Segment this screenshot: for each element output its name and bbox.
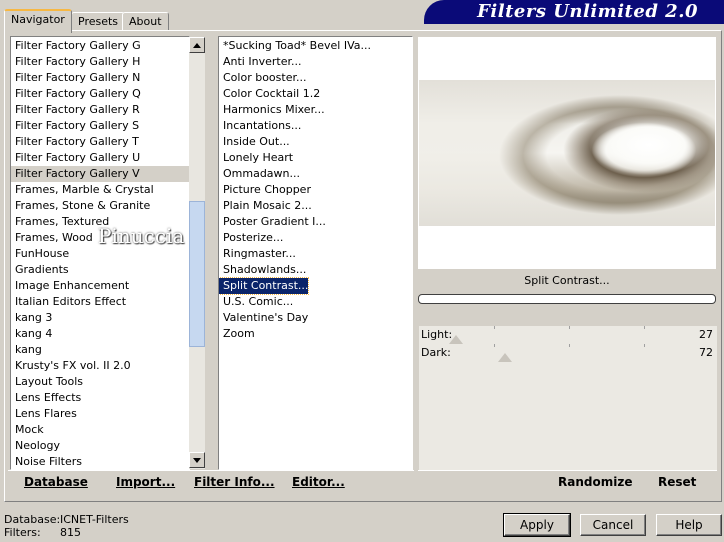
category-item[interactable]: Filter Factory Gallery Q xyxy=(11,86,189,102)
randomize-button[interactable]: Randomize xyxy=(558,475,632,489)
filter-item[interactable]: U.S. Comic... xyxy=(219,294,412,310)
apply-button[interactable]: Apply xyxy=(503,513,571,537)
param-light[interactable]: Light: 27 xyxy=(419,326,717,345)
category-item[interactable]: Filter Factory Gallery N xyxy=(11,70,189,86)
editor-button[interactable]: Editor... xyxy=(292,475,345,489)
filter-item[interactable]: Posterize... xyxy=(219,230,412,246)
filter-item[interactable]: Split Contrast... xyxy=(219,277,412,295)
filter-item[interactable]: Color booster... xyxy=(219,70,412,86)
header-banner: Filters Unlimited 2.0 xyxy=(424,0,724,24)
param-dark-label: Dark: xyxy=(421,346,451,359)
filter-item[interactable]: Poster Gradient I... xyxy=(219,214,412,230)
cancel-button[interactable]: Cancel xyxy=(580,514,646,536)
category-item[interactable]: Filter Factory Gallery U xyxy=(11,150,189,166)
reset-button[interactable]: Reset xyxy=(658,475,696,489)
tab-navigator[interactable]: Navigator xyxy=(4,9,72,33)
category-item[interactable]: Lens Flares xyxy=(11,406,189,422)
category-scrollbar[interactable] xyxy=(189,37,205,469)
database-button[interactable]: Database xyxy=(24,475,88,489)
help-button[interactable]: Help xyxy=(656,514,722,536)
filter-item[interactable]: Picture Chopper xyxy=(219,182,412,198)
filter-item[interactable]: Zoom xyxy=(219,326,412,342)
category-item[interactable]: Italian Editors Effect xyxy=(11,294,189,310)
status-database: Database: ICNET-Filters xyxy=(4,513,129,526)
param-light-label: Light: xyxy=(421,328,453,341)
category-item[interactable]: Neology xyxy=(11,438,189,454)
category-item[interactable]: Filter Factory Gallery G xyxy=(11,38,189,54)
scroll-thumb[interactable] xyxy=(189,201,205,347)
chevron-down-icon xyxy=(193,457,201,463)
filter-item[interactable]: Anti Inverter... xyxy=(219,54,412,70)
category-item[interactable]: Gradients xyxy=(11,262,189,278)
filter-info-button[interactable]: Filter Info... xyxy=(194,475,275,489)
status-filters-label: Filters: xyxy=(4,526,41,539)
status-database-label: Database: xyxy=(4,513,61,526)
filter-item[interactable]: Inside Out... xyxy=(219,134,412,150)
category-item[interactable]: Filter Factory Gallery R xyxy=(11,102,189,118)
category-list[interactable]: Filter Factory Gallery G Filter Factory G… xyxy=(10,36,190,470)
category-item[interactable]: Frames, Marble & Crystal xyxy=(11,182,189,198)
category-item[interactable]: Filter Factory Gallery H xyxy=(11,54,189,70)
category-item[interactable]: Noise Filters xyxy=(11,454,189,469)
filter-item[interactable]: Lonely Heart xyxy=(219,150,412,166)
category-item[interactable]: Filter Factory Gallery T xyxy=(11,134,189,150)
watermark-text: Pinuccia xyxy=(98,224,185,248)
filter-item[interactable]: Shadowlands... xyxy=(219,262,412,278)
import-button[interactable]: Import... xyxy=(116,475,175,489)
app-title: Filters Unlimited 2.0 xyxy=(477,1,698,22)
category-item[interactable]: Frames, Stone & Granite xyxy=(11,198,189,214)
tab-about[interactable]: About xyxy=(122,12,169,31)
param-dark-value: 72 xyxy=(699,346,713,359)
filter-list[interactable]: *Sucking Toad* Bevel IVa... Anti Inverter… xyxy=(218,36,413,470)
param-empty-4 xyxy=(419,416,717,435)
progress-bar xyxy=(418,294,716,304)
selected-filter-label: Split Contrast... xyxy=(219,277,310,295)
param-empty-1 xyxy=(419,362,717,381)
filter-name-label: Split Contrast... xyxy=(524,274,610,287)
filter-item[interactable]: Incantations... xyxy=(219,118,412,134)
param-empty-5 xyxy=(419,434,717,453)
category-item[interactable]: kang xyxy=(11,342,189,358)
param-dark[interactable]: Dark: 72 xyxy=(419,344,717,363)
category-item[interactable]: kang 3 xyxy=(11,310,189,326)
param-light-value: 27 xyxy=(699,328,713,341)
status-filters-value: 815 xyxy=(60,526,81,539)
tab-presets[interactable]: Presets xyxy=(71,12,126,31)
filter-item[interactable]: Valentine's Day xyxy=(219,310,412,326)
category-item[interactable]: kang 4 xyxy=(11,326,189,342)
dark-slider-handle[interactable] xyxy=(498,353,513,362)
light-slider-handle[interactable] xyxy=(448,335,463,344)
category-item[interactable]: Filter Factory Gallery V xyxy=(11,166,189,182)
filter-item[interactable]: *Sucking Toad* Bevel IVa... xyxy=(219,38,412,54)
scroll-down-button[interactable] xyxy=(189,452,205,468)
status-filters: Filters: 815 xyxy=(4,526,81,539)
filter-item[interactable]: Harmonics Mixer... xyxy=(219,102,412,118)
category-item[interactable]: Krusty's FX vol. II 2.0 xyxy=(11,358,189,374)
category-item[interactable]: Filter Factory Gallery S xyxy=(11,118,189,134)
category-item[interactable]: Layout Tools xyxy=(11,374,189,390)
param-empty-2 xyxy=(419,380,717,399)
filter-item[interactable]: Ommadawn... xyxy=(219,166,412,182)
scroll-up-button[interactable] xyxy=(189,37,205,53)
filter-item[interactable]: Color Cocktail 1.2 xyxy=(219,86,412,102)
param-empty-3 xyxy=(419,398,717,417)
param-empty-6 xyxy=(419,452,717,471)
category-item[interactable]: Mock xyxy=(11,422,189,438)
category-item[interactable]: FunHouse xyxy=(11,246,189,262)
status-database-value: ICNET-Filters xyxy=(60,513,129,526)
chevron-up-icon xyxy=(193,42,201,48)
preview-image xyxy=(419,80,715,226)
category-item[interactable]: Lens Effects xyxy=(11,390,189,406)
filter-item[interactable]: Plain Mosaic 2... xyxy=(219,198,412,214)
category-item[interactable]: Image Enhancement xyxy=(11,278,189,294)
filter-item[interactable]: Ringmaster... xyxy=(219,246,412,262)
